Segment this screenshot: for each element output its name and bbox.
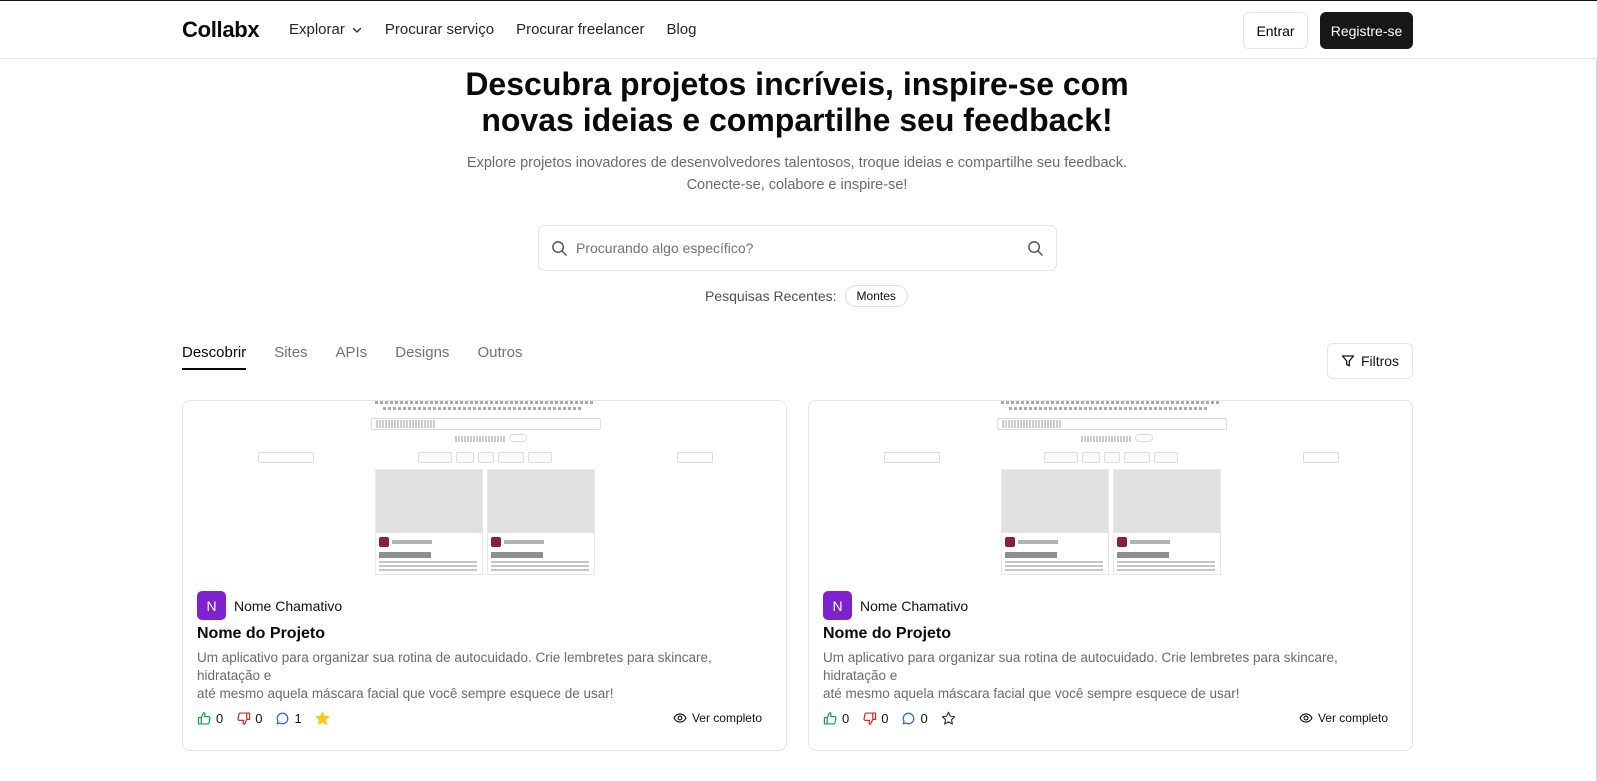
author-name: Nome Chamativo [860, 597, 969, 614]
project-card[interactable]: N Nome Chamativo Nome do Projeto Um apli… [808, 400, 1413, 751]
nav-procurar-servico[interactable]: Procurar serviço [385, 21, 494, 38]
view-full-label: Ver completo [1317, 711, 1388, 725]
view-full-button[interactable]: Ver completo [1299, 711, 1388, 725]
nav-blog[interactable]: Blog [666, 21, 696, 38]
thumbs-down-icon [863, 712, 877, 725]
comment-button[interactable]: 0 [901, 711, 928, 726]
star-filled-icon [315, 711, 329, 725]
category-tabs: Descobrir Sites APIs Designs Outros [182, 344, 522, 370]
project-description-line-2: até mesmo aquela máscara facial que você… [197, 686, 614, 701]
top-navbar: Collabx Explorar Procurar serviço Procur… [0, 0, 1597, 59]
login-button[interactable]: Entrar [1243, 12, 1308, 49]
tab-designs[interactable]: Designs [395, 344, 449, 370]
project-thumbnail [809, 401, 1412, 577]
project-thumbnail [183, 401, 786, 577]
register-button[interactable]: Registre-se [1320, 12, 1413, 49]
project-author[interactable]: N Nome Chamativo [823, 591, 968, 620]
author-name: Nome Chamativo [234, 597, 343, 614]
project-card[interactable]: N Nome Chamativo Nome do Projeto Um apli… [182, 400, 787, 751]
view-full-button[interactable]: Ver completo [673, 711, 762, 725]
favorite-button[interactable] [941, 711, 956, 726]
recent-search-chip[interactable]: Montes [844, 285, 908, 307]
project-title: Nome do Projeto [823, 625, 952, 642]
page-subtitle-line-2: Conecte-se, colabore e inspire-se! [686, 177, 908, 193]
like-count: 0 [842, 711, 850, 726]
dislike-button[interactable]: 0 [862, 711, 888, 726]
thumbs-up-icon [823, 712, 837, 725]
page-title: Descubra projetos incríveis, inspire-se … [380, 66, 1214, 138]
page-title-line-2: novas ideias e compartilhe seu feedback! [481, 102, 1113, 138]
thumbs-up-icon [197, 712, 211, 725]
page-title-line-1: Descubra projetos incríveis, inspire-se … [465, 66, 1129, 102]
dislike-count: 0 [881, 711, 889, 726]
search-input[interactable] [576, 226, 1016, 270]
main-nav: Explorar Procurar serviço Procurar freel… [289, 21, 696, 38]
avatar: N [823, 591, 852, 620]
view-full-label: Ver completo [691, 711, 762, 725]
chevron-down-icon [352, 27, 362, 33]
star-outline-icon [941, 711, 955, 725]
comment-count: 0 [920, 711, 928, 726]
eye-icon [673, 713, 687, 723]
tab-descobrir[interactable]: Descobrir [182, 344, 247, 370]
search-submit-icon[interactable] [1027, 240, 1044, 257]
tab-apis[interactable]: APIs [336, 344, 368, 370]
search-bar [538, 225, 1057, 271]
like-count: 0 [216, 711, 224, 726]
search-icon [552, 241, 567, 256]
nav-procurar-freelancer[interactable]: Procurar freelancer [516, 21, 644, 38]
project-description-line-2: até mesmo aquela máscara facial que você… [823, 686, 1240, 701]
project-author[interactable]: N Nome Chamativo [197, 591, 342, 620]
thumbs-down-icon [237, 712, 251, 725]
comment-icon [903, 712, 915, 725]
avatar: N [197, 591, 226, 620]
filters-label: Filtros [1360, 353, 1400, 369]
comment-button[interactable]: 1 [275, 711, 302, 726]
like-button[interactable]: 0 [197, 711, 223, 726]
project-description-line-1: Um aplicativo para organizar sua rotina … [823, 650, 1338, 683]
project-description: Um aplicativo para organizar sua rotina … [197, 649, 772, 703]
recent-searches: Pesquisas Recentes: Montes [705, 285, 908, 307]
page-subtitle: Explore projetos inovadores de desenvolv… [380, 152, 1214, 196]
like-button[interactable]: 0 [823, 711, 849, 726]
project-description: Um aplicativo para organizar sua rotina … [823, 649, 1398, 703]
tab-sites[interactable]: Sites [274, 344, 307, 370]
project-actions: 0 0 1 [197, 711, 330, 726]
tab-outros[interactable]: Outros [477, 344, 522, 370]
favorite-button[interactable] [315, 711, 330, 726]
comment-count: 1 [294, 711, 302, 726]
page-subtitle-line-1: Explore projetos inovadores de desenvolv… [466, 155, 1128, 171]
comment-icon [277, 712, 289, 725]
logo[interactable]: Collabx [182, 17, 260, 43]
recent-searches-label: Pesquisas Recentes: [705, 288, 837, 304]
dislike-button[interactable]: 0 [236, 711, 262, 726]
project-title: Nome do Projeto [197, 625, 326, 642]
project-actions: 0 0 0 [823, 711, 956, 726]
filters-button[interactable]: Filtros [1327, 343, 1413, 379]
eye-icon [1299, 713, 1313, 723]
project-description-line-1: Um aplicativo para organizar sua rotina … [197, 650, 712, 683]
nav-explorar-label: Explorar [289, 21, 345, 38]
dislike-count: 0 [255, 711, 263, 726]
filter-icon [1341, 355, 1355, 367]
nav-explorar[interactable]: Explorar [289, 21, 363, 38]
